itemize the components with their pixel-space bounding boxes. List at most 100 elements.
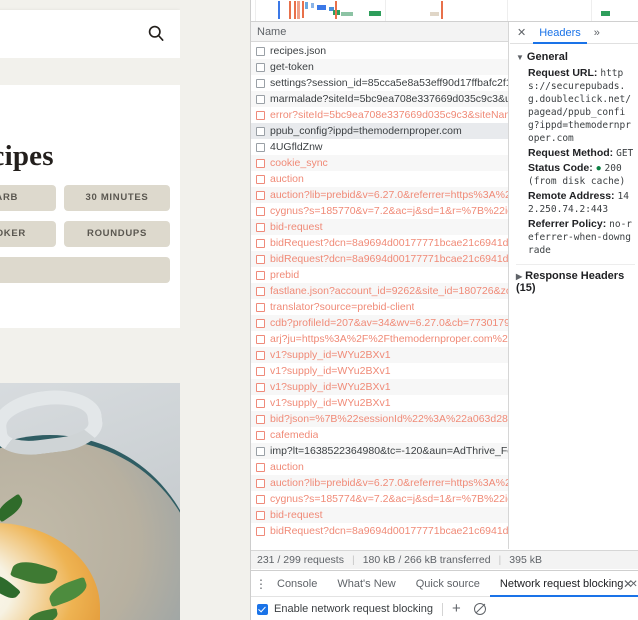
network-request-row[interactable]: bidRequest?dcn=8a9694d00177771bcae21c694… [251, 523, 508, 539]
network-request-row[interactable]: auction?lib=prebid&v=6.27.0&referrer=htt… [251, 187, 508, 203]
drawer-close-icon[interactable]: ✕ [623, 577, 633, 591]
enable-blocking-checkbox[interactable] [257, 604, 268, 615]
request-type-icon [256, 127, 265, 136]
request-type-icon [256, 303, 265, 312]
network-request-row[interactable]: 4UGfldZnw [251, 139, 508, 155]
overview-bar [430, 12, 439, 16]
request-name: cygnus?s=185770&v=7.2&ac=j&sd=1&r=%7B%22… [270, 203, 508, 219]
enable-blocking-label[interactable]: Enable network request blocking [274, 603, 433, 615]
devtools-panel[interactable]: Name recipes.jsonget-tokensettings?sessi… [250, 0, 638, 620]
drawer-tab-quick-source[interactable]: Quick source [406, 571, 490, 597]
close-icon[interactable]: ✕ [514, 26, 529, 39]
network-request-row[interactable]: translator?source=prebid-client [251, 299, 508, 315]
request-name: recipes.json [270, 43, 326, 59]
triangle-right-icon: ▶ [516, 272, 522, 281]
devtools-drawer[interactable]: ⋮ Console What's New Quick source Networ… [251, 570, 638, 620]
network-request-row[interactable]: v1?supply_id=WYu2BXv1 [251, 363, 508, 379]
resource-size: 395 kB [509, 554, 542, 566]
category-tag-grid: CARB 30 MINUTES COOKER ROUNDUPS [0, 185, 180, 293]
overview-bar [305, 2, 308, 9]
overview-bar [294, 1, 296, 19]
request-type-icon [256, 191, 265, 200]
network-request-row[interactable]: bid-request [251, 219, 508, 235]
tag-row: COOKER ROUNDUPS [0, 221, 180, 247]
network-request-row[interactable]: cafemedia [251, 427, 508, 443]
network-request-row[interactable]: auction [251, 459, 508, 475]
network-blocking-toolbar[interactable]: Enable network request blocking + [251, 597, 638, 620]
request-name: cdb?profileId=207&av=34&wv=6.27.0&cb=773… [270, 315, 508, 331]
request-details-panel[interactable]: ✕ Headers » ▼General Request URL: https:… [510, 22, 638, 549]
network-request-row[interactable]: bidRequest?dcn=8a9694d00177771bcae21c694… [251, 235, 508, 251]
request-name: v1?supply_id=WYu2BXv1 [270, 379, 391, 395]
drawer-tab-bar[interactable]: ⋮ Console What's New Quick source Networ… [251, 571, 638, 597]
network-rows-container[interactable]: recipes.jsonget-tokensettings?session_id… [251, 43, 508, 549]
tag-roundups[interactable]: ROUNDUPS [64, 221, 170, 247]
search-icon[interactable] [146, 23, 166, 43]
request-type-icon [256, 367, 265, 376]
drawer-tab-whats-new[interactable]: What's New [327, 571, 405, 597]
network-request-row[interactable]: bid-request [251, 507, 508, 523]
network-list-header[interactable]: Name [251, 22, 508, 42]
network-request-row[interactable]: recipes.json [251, 43, 508, 59]
network-request-list[interactable]: Name recipes.jsonget-tokensettings?sessi… [251, 22, 509, 549]
network-request-row[interactable]: cdb?profileId=207&av=34&wv=6.27.0&cb=773… [251, 315, 508, 331]
general-section-header[interactable]: ▼General [516, 51, 635, 63]
network-request-row[interactable]: ppub_config?ippd=themodernproper.com [251, 123, 508, 139]
overview-bar [369, 11, 381, 16]
drawer-tab-network-request-blocking[interactable]: Network request blocking✕ [490, 571, 638, 597]
request-type-icon [256, 447, 265, 456]
request-type-icon [256, 495, 265, 504]
network-request-row[interactable]: v1?supply_id=WYu2BXv1 [251, 395, 508, 411]
network-request-row[interactable]: arj?ju=https%3A%2F%2Fthemodernproper.com… [251, 331, 508, 347]
network-request-row[interactable]: cookie_sync [251, 155, 508, 171]
details-tab-bar[interactable]: ✕ Headers » [510, 22, 638, 44]
network-request-row[interactable]: cygnus?s=185770&v=7.2&ac=j&sd=1&r=%7B%22… [251, 203, 508, 219]
network-request-row[interactable]: marmalade?siteId=5bc9ea708e337669d035c9c… [251, 91, 508, 107]
network-request-row[interactable]: auction [251, 171, 508, 187]
tab-headers[interactable]: Headers [533, 22, 587, 44]
response-headers-section-header[interactable]: ▶Response Headers (15) [516, 270, 635, 294]
request-name: arj?ju=https%3A%2F%2Fthemodernproper.com… [270, 331, 508, 347]
network-request-row[interactable]: bid?json=%7B%22sessionId%22%3A%22a063d28… [251, 411, 508, 427]
request-type-icon [256, 463, 265, 472]
network-request-row[interactable]: cygnus?s=185774&v=7.2&ac=j&sd=1&r=%7B%22… [251, 491, 508, 507]
request-name: v1?supply_id=WYu2BXv1 [270, 395, 391, 411]
tag-low-carb[interactable]: CARB [0, 185, 56, 211]
tag-extra[interactable] [0, 257, 170, 283]
request-name: auction [270, 459, 304, 475]
request-name: imp?lt=1638522364980&tc=-120&aun=AdThriv… [270, 443, 508, 459]
plus-icon[interactable]: + [452, 602, 461, 616]
overview-bar [297, 1, 300, 19]
webpage-viewport[interactable]: t Recipes CARB 30 MINUTES COOKER ROUNDUP… [0, 0, 250, 620]
request-type-icon [256, 527, 265, 536]
block-icon[interactable] [474, 603, 486, 615]
toolbar-separator [442, 603, 443, 616]
kebab-menu-icon[interactable]: ⋮ [255, 579, 267, 589]
column-header-name[interactable]: Name [257, 26, 286, 38]
network-request-row[interactable]: fastlane.json?account_id=9262&site_id=18… [251, 283, 508, 299]
tag-30-minutes[interactable]: 30 MINUTES [64, 185, 170, 211]
status-badge: ● [596, 163, 605, 174]
network-request-row[interactable]: imp?lt=1638522364980&tc=-120&aun=AdThriv… [251, 443, 508, 459]
request-name: bid-request [270, 507, 323, 523]
tag-slow-cooker[interactable]: COOKER [0, 221, 56, 247]
network-overview-timeline[interactable] [251, 0, 638, 22]
drawer-tab-console[interactable]: Console [267, 571, 327, 597]
request-name: bidRequest?dcn=8a9694d00177771bcae21c694… [270, 251, 508, 267]
site-search-bar[interactable] [0, 10, 180, 58]
chevron-more-icon[interactable]: » [591, 27, 603, 39]
request-type-icon [256, 319, 265, 328]
network-request-row[interactable]: auction?lib=prebid&v=6.27.0&referrer=htt… [251, 475, 508, 491]
network-request-row[interactable]: prebid [251, 267, 508, 283]
network-request-row[interactable]: error?siteId=5bc9ea708e337669d035c9c3&si… [251, 107, 508, 123]
network-request-row[interactable]: v1?supply_id=WYu2BXv1 [251, 347, 508, 363]
network-request-row[interactable]: bidRequest?dcn=8a9694d00177771bcae21c694… [251, 251, 508, 267]
network-request-row[interactable]: settings?session_id=85cca5e8a53eff90d17f… [251, 75, 508, 91]
network-request-row[interactable]: get-token [251, 59, 508, 75]
request-name: cafemedia [270, 427, 318, 443]
request-type-icon [256, 479, 265, 488]
network-request-row[interactable]: v1?supply_id=WYu2BXv1 [251, 379, 508, 395]
request-name: cookie_sync [270, 155, 328, 171]
request-type-icon [256, 335, 265, 344]
page-title: t Recipes [0, 140, 140, 173]
